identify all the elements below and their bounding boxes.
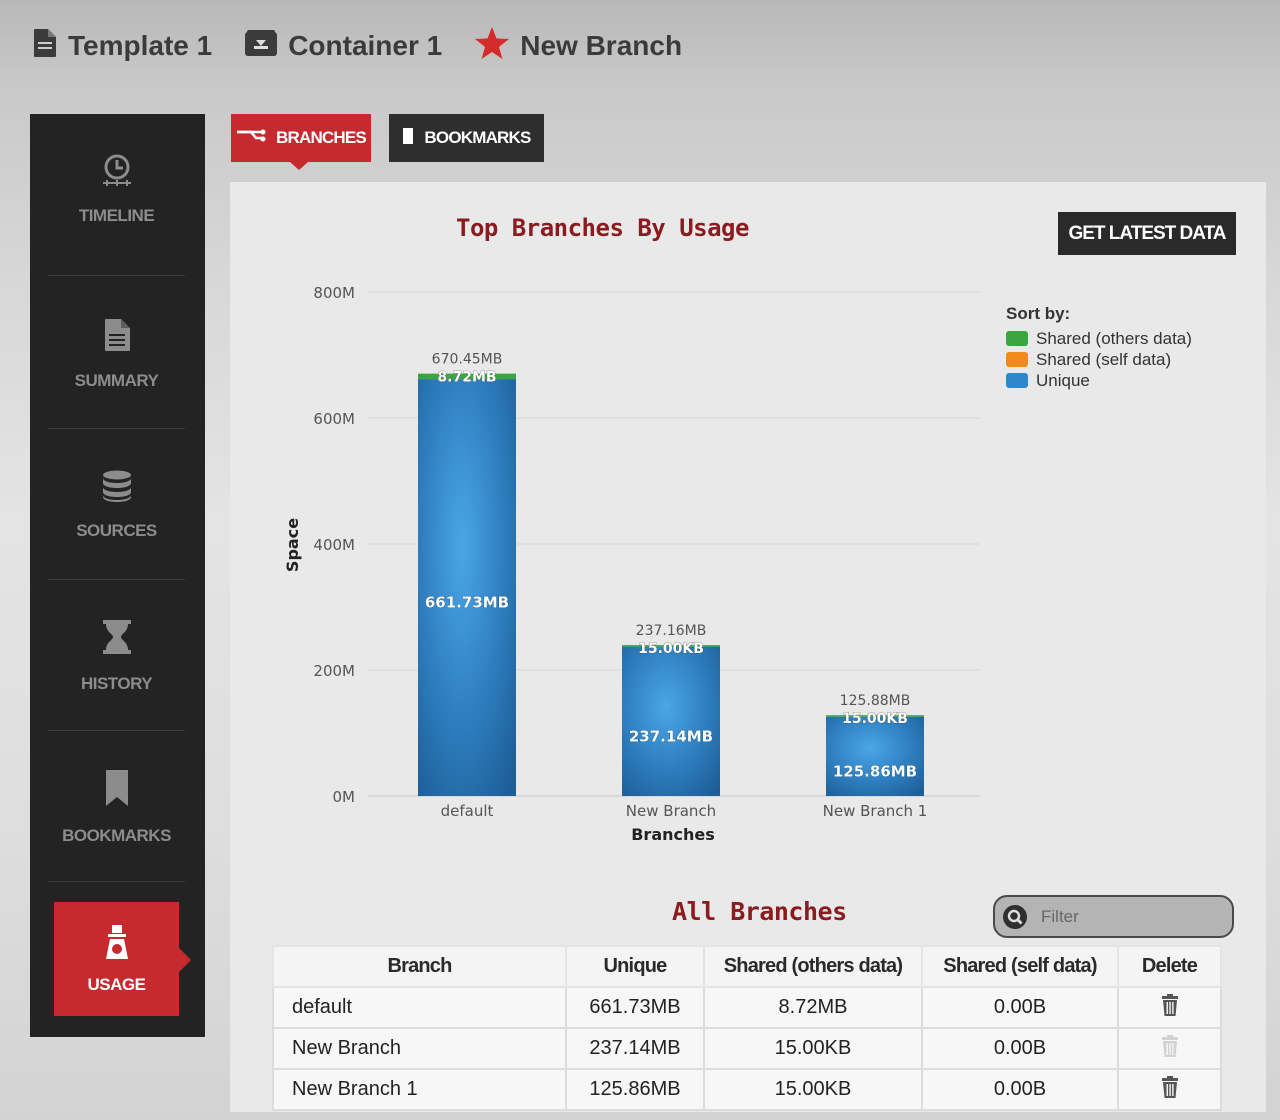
sidebar-item-label: HISTORY	[80, 673, 153, 693]
table-row: default 661.73MB 8.72MB 0.00B	[272, 986, 1222, 1029]
branch-name[interactable]: New Branch 1	[272, 1068, 567, 1111]
column-header-unique[interactable]: Unique	[565, 945, 705, 988]
delete-cell	[1117, 1068, 1222, 1111]
column-header-shared-self[interactable]: Shared (self data)	[921, 945, 1119, 988]
shared-self-value: 0.00B	[921, 986, 1119, 1029]
document-icon	[103, 318, 131, 357]
sidebar-item-usage[interactable]: USAGE	[54, 902, 179, 1016]
divider	[48, 275, 185, 276]
shared-self-value: 0.00B	[921, 1068, 1119, 1111]
get-latest-data-button[interactable]: GET LATEST DATA	[1058, 212, 1236, 255]
filter-input[interactable]	[1039, 905, 1223, 928]
shared-self-value: 0.00B	[921, 1027, 1119, 1070]
trash-icon[interactable]	[1161, 993, 1179, 1023]
container-icon	[244, 29, 278, 64]
shared-others-value: 8.72MB	[703, 986, 923, 1029]
column-header-delete: Delete	[1117, 945, 1222, 988]
sidebar-item-timeline[interactable]: TIMELINE	[48, 114, 185, 264]
scale-icon	[104, 924, 130, 965]
all-branches-title: All Branches	[672, 897, 847, 926]
trash-icon[interactable]	[1161, 1075, 1179, 1105]
delete-cell	[1117, 986, 1222, 1029]
active-tab-indicator	[290, 162, 308, 170]
sidebar: TIMELINE SUMMARY SOURCES HISTORY BOOKMAR…	[30, 114, 205, 1037]
clock-icon	[100, 153, 134, 192]
delete-cell	[1117, 1027, 1222, 1070]
branch-name[interactable]: New Branch	[272, 1027, 567, 1070]
document-icon	[32, 28, 58, 65]
sidebar-item-history[interactable]: HISTORY	[48, 581, 185, 731]
database-icon	[102, 470, 132, 507]
legend-swatch	[1006, 373, 1028, 388]
sidebar-item-label: USAGE	[87, 974, 146, 994]
table-header-row: Branch Unique Shared (others data) Share…	[272, 945, 1222, 988]
column-header-shared-others[interactable]: Shared (others data)	[703, 945, 923, 988]
legend-item-shared-others[interactable]: Shared (others data)	[1006, 328, 1192, 349]
unique-value: 237.14MB	[565, 1027, 705, 1070]
unique-value: 125.86MB	[565, 1068, 705, 1111]
chart-legend: Sort by: Shared (others data) Shared (se…	[1006, 304, 1192, 391]
divider	[48, 428, 185, 429]
breadcrumb-container[interactable]: Container 1	[244, 29, 442, 64]
sidebar-item-sources[interactable]: SOURCES	[48, 430, 185, 580]
sidebar-item-label: SUMMARY	[74, 370, 159, 390]
column-header-branch[interactable]: Branch	[272, 945, 567, 988]
tab-label: BOOKMARKS	[424, 128, 531, 147]
bookmark-icon	[105, 769, 129, 812]
branch-name[interactable]: default	[272, 986, 567, 1029]
legend-swatch	[1006, 331, 1028, 346]
breadcrumb: Template 1 Container 1 New Branch	[32, 24, 714, 68]
branch-icon	[236, 128, 266, 148]
legend-label: Shared (others data)	[1036, 328, 1192, 348]
breadcrumb-branch[interactable]: New Branch	[474, 26, 682, 67]
divider	[48, 881, 185, 882]
trash-icon-disabled	[1161, 1034, 1179, 1064]
legend-item-unique[interactable]: Unique	[1006, 370, 1192, 391]
legend-item-shared-self[interactable]: Shared (self data)	[1006, 349, 1192, 370]
tab-bookmarks[interactable]: BOOKMARKS	[389, 114, 544, 162]
legend-label: Unique	[1036, 370, 1090, 390]
shared-others-value: 15.00KB	[703, 1027, 923, 1070]
breadcrumb-template[interactable]: Template 1	[32, 28, 212, 65]
shared-others-value: 15.00KB	[703, 1068, 923, 1111]
chart-title: Top Branches By Usage	[456, 214, 749, 242]
table-row: New Branch 1 125.86MB 15.00KB 0.00B	[272, 1068, 1222, 1111]
legend-title: Sort by:	[1006, 304, 1071, 323]
sidebar-item-label: BOOKMARKS	[62, 825, 171, 845]
filter-box	[993, 895, 1234, 938]
unique-value: 661.73MB	[565, 986, 705, 1029]
star-icon	[474, 26, 510, 67]
sidebar-item-label: SOURCES	[76, 520, 157, 540]
breadcrumb-label: Template 1	[68, 30, 213, 61]
table-row: New Branch 237.14MB 15.00KB 0.00B	[272, 1027, 1222, 1070]
breadcrumb-label: Container 1	[288, 30, 443, 61]
tab-branches[interactable]: BRANCHES	[231, 114, 371, 162]
legend-swatch	[1006, 352, 1028, 367]
active-indicator	[179, 948, 191, 972]
tab-label: BRANCHES	[276, 128, 367, 147]
legend-label: Shared (self data)	[1036, 349, 1172, 369]
sidebar-item-bookmarks[interactable]: BOOKMARKS	[48, 732, 185, 882]
divider	[48, 579, 185, 580]
sidebar-item-summary[interactable]: SUMMARY	[48, 279, 185, 429]
hourglass-icon	[102, 619, 132, 660]
sidebar-item-label: TIMELINE	[78, 205, 155, 225]
bookmark-icon	[402, 127, 414, 150]
divider	[48, 730, 185, 731]
branches-table: Branch Unique Shared (others data) Share…	[272, 945, 1222, 1111]
breadcrumb-label: New Branch	[520, 30, 683, 61]
search-icon	[1003, 904, 1027, 929]
